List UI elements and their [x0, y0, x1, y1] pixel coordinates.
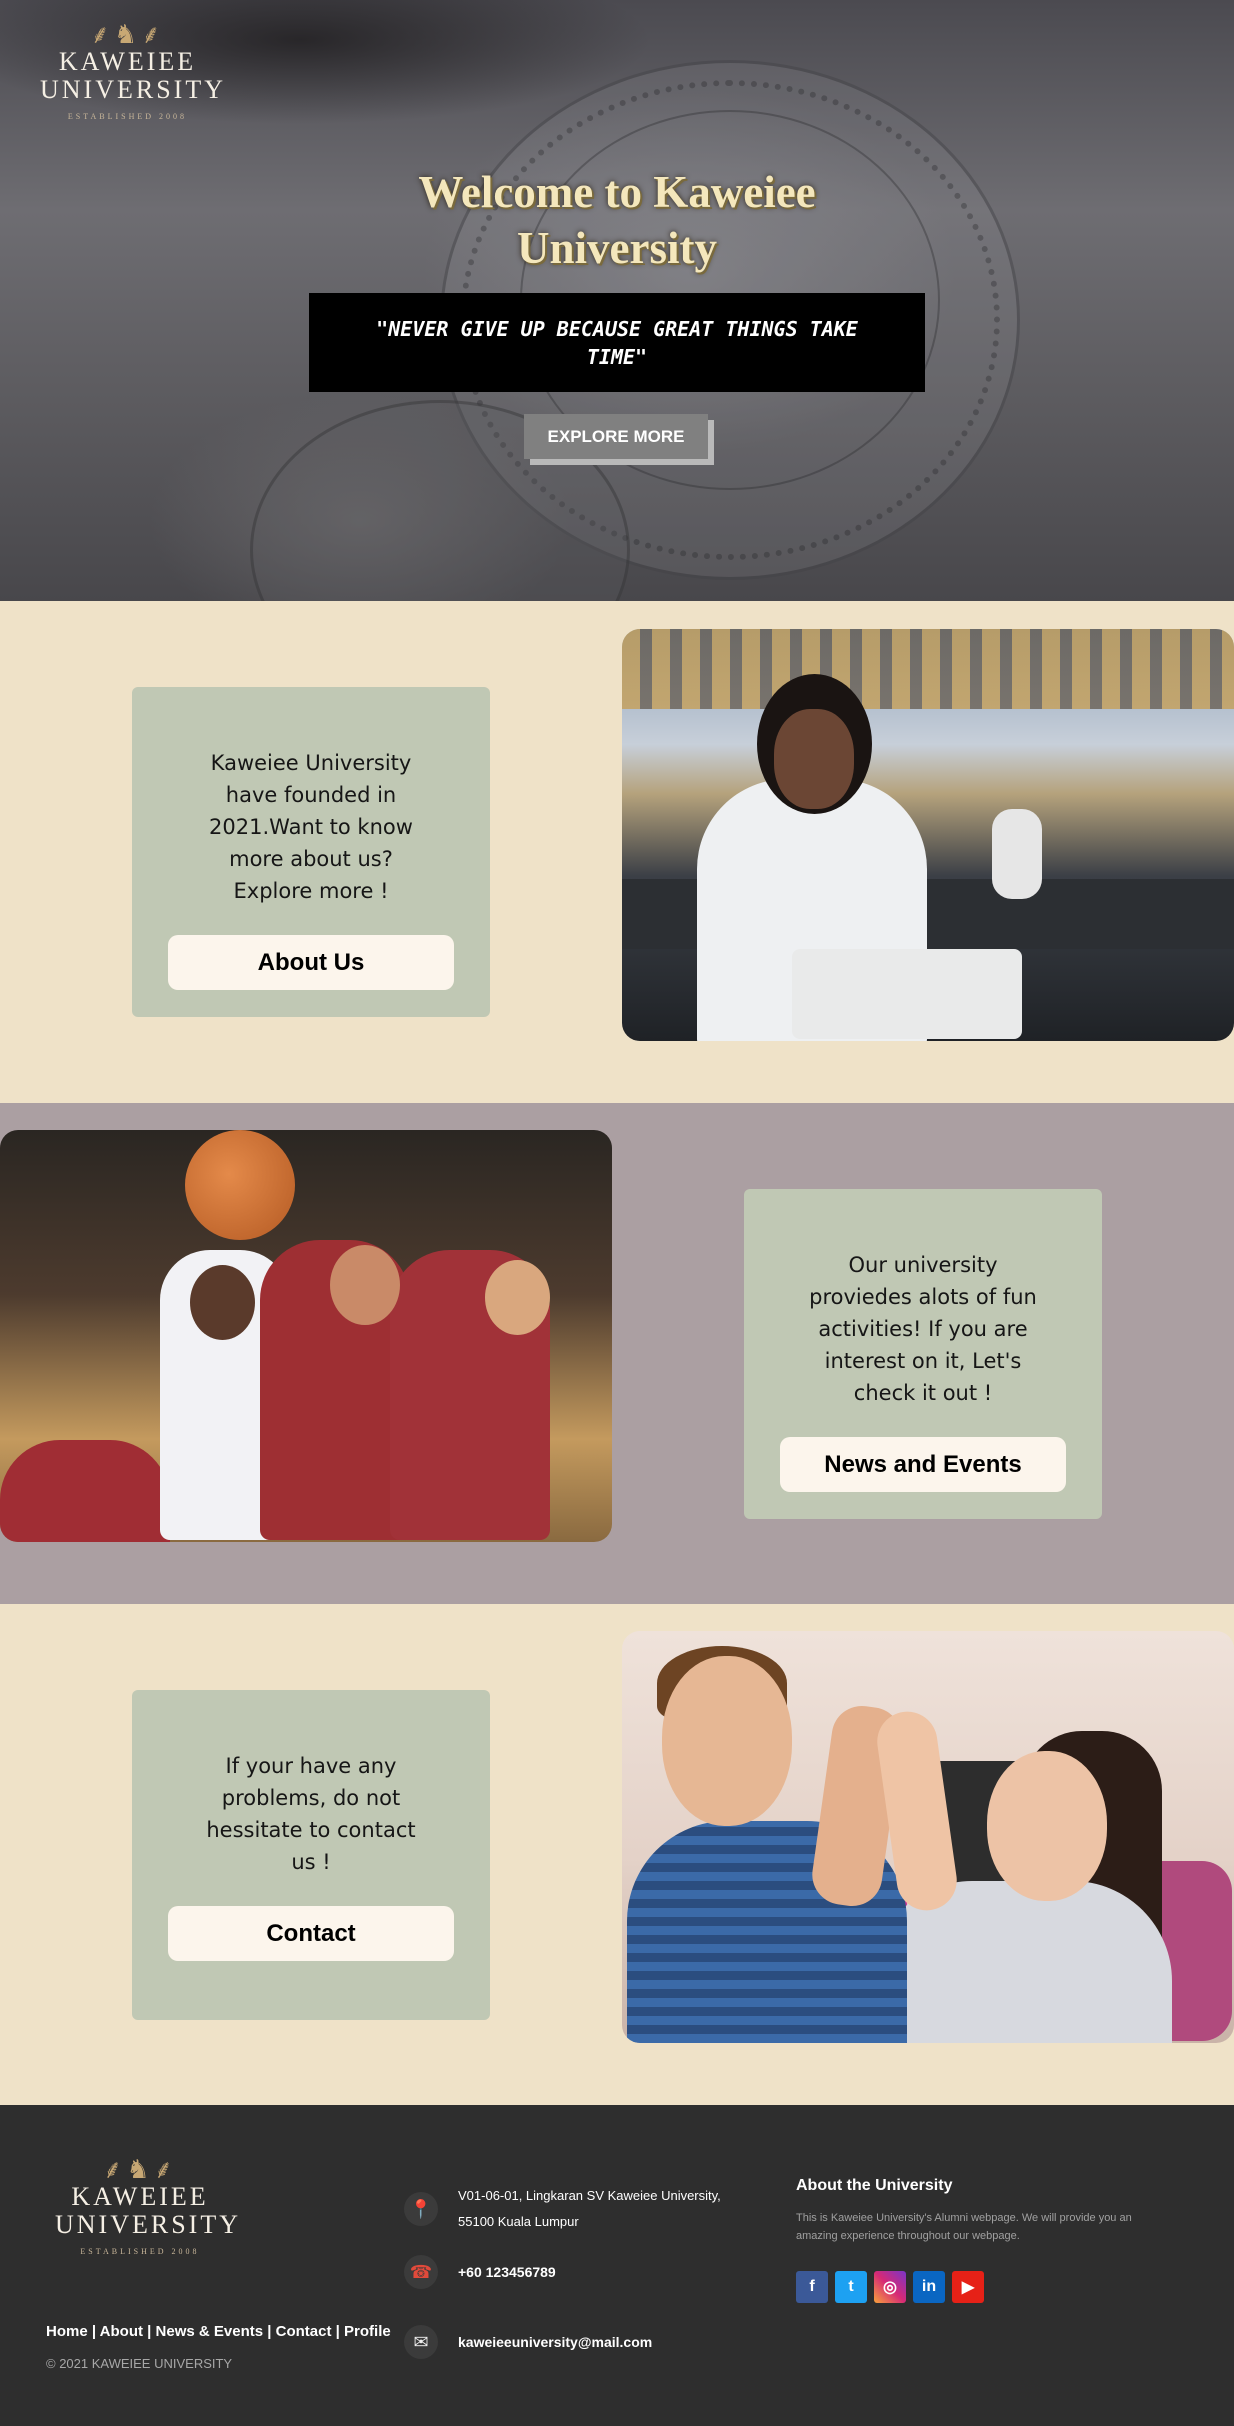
- hero-section: ⸙♞⸙ KAWEIEE UNIVERSITY ESTABLISHED 2008 …: [0, 0, 1234, 601]
- hero-quote: "NEVER GIVE UP BECAUSE GREAT THINGS TAKE…: [309, 293, 925, 392]
- footer-nav: Home | About | News & Events | Contact |…: [46, 2323, 391, 2340]
- footer-link-contact[interactable]: Contact: [276, 2323, 332, 2340]
- twitter-icon[interactable]: t: [835, 2271, 867, 2303]
- footer: ⸙♞⸙ KAWEIEE UNIVERSITY ESTABLISHED 2008 …: [0, 2105, 1234, 2426]
- copyright: © 2021 KAWEIEE UNIVERSITY: [46, 2356, 233, 2371]
- contact-card: If your have any problems, do not hessit…: [132, 1690, 490, 2020]
- university-logo[interactable]: ⸙♞⸙ KAWEIEE UNIVERSITY ESTABLISHED 2008: [40, 20, 226, 122]
- logo-line2: UNIVERSITY: [40, 75, 226, 104]
- about-text: Kaweiee University have founded in 2021.…: [209, 751, 413, 903]
- events-card: Our university proviedes alots of fun ac…: [744, 1189, 1102, 1519]
- explore-more-button[interactable]: EXPLORE MORE: [524, 414, 708, 459]
- phone-text[interactable]: +60 123456789: [458, 2259, 748, 2285]
- contact-section: If your have any problems, do not hessit…: [0, 1604, 1234, 2106]
- mailbox-icon: ✉: [404, 2325, 438, 2359]
- phone-icon: ☎: [404, 2255, 438, 2289]
- high-five-photo: [622, 1631, 1234, 2043]
- instagram-icon[interactable]: ◎: [874, 2271, 906, 2303]
- about-us-button[interactable]: About Us: [168, 935, 454, 990]
- hero-title: Welcome to Kaweiee University: [418, 167, 816, 273]
- news-and-events-button[interactable]: News and Events: [780, 1437, 1066, 1492]
- contact-button[interactable]: Contact: [168, 1906, 454, 1961]
- about-card: Kaweiee University have founded in 2021.…: [132, 687, 490, 1017]
- social-links: f t ◎ in ▶: [796, 2271, 984, 2303]
- contact-text: If your have any problems, do not hessit…: [206, 1754, 416, 1874]
- logo-line2: UNIVERSITY: [55, 2210, 241, 2239]
- lab-photo: [622, 629, 1234, 1041]
- events-section: Our university proviedes alots of fun ac…: [0, 1103, 1234, 1605]
- facebook-icon[interactable]: f: [796, 2271, 828, 2303]
- email-text[interactable]: kaweieeuniversity@mail.com: [458, 2329, 748, 2355]
- basketball-photo: [0, 1130, 612, 1542]
- logo-line1: KAWEIEE: [71, 2182, 209, 2211]
- footer-logo[interactable]: ⸙♞⸙ KAWEIEE UNIVERSITY ESTABLISHED 2008: [55, 2155, 241, 2257]
- linkedin-icon[interactable]: in: [913, 2271, 945, 2303]
- events-text: Our university proviedes alots of fun ac…: [809, 1253, 1037, 1405]
- footer-link-profile[interactable]: Profile: [344, 2323, 391, 2340]
- map-pin-icon: 📍: [404, 2192, 438, 2226]
- footer-link-home[interactable]: Home: [46, 2323, 88, 2340]
- logo-established: ESTABLISHED 2008: [67, 112, 188, 121]
- address-item: 📍 V01-06-01, Lingkaran SV Kaweiee Univer…: [404, 2183, 748, 2235]
- youtube-icon[interactable]: ▶: [952, 2271, 984, 2303]
- about-university-text: This is Kaweiee University's Alumni webp…: [796, 2212, 1132, 2242]
- lion-crest-icon: ⸙♞⸙: [102, 2155, 178, 2184]
- logo-line1: KAWEIEE: [58, 47, 197, 76]
- footer-link-about[interactable]: About: [100, 2323, 143, 2340]
- about-section: Kaweiee University have founded in 2021.…: [0, 601, 1234, 1103]
- lion-crest-icon: ⸙♞⸙: [90, 20, 165, 49]
- footer-link-news-events[interactable]: News & Events: [156, 2323, 264, 2340]
- address-text: V01-06-01, Lingkaran SV Kaweiee Universi…: [458, 2188, 721, 2229]
- logo-established: ESTABLISHED 2008: [80, 2247, 200, 2256]
- about-university-title: About the University: [796, 2177, 953, 2194]
- email-item: ✉ kaweieeuniversity@mail.com: [404, 2325, 748, 2359]
- phone-item: ☎ +60 123456789: [404, 2255, 748, 2289]
